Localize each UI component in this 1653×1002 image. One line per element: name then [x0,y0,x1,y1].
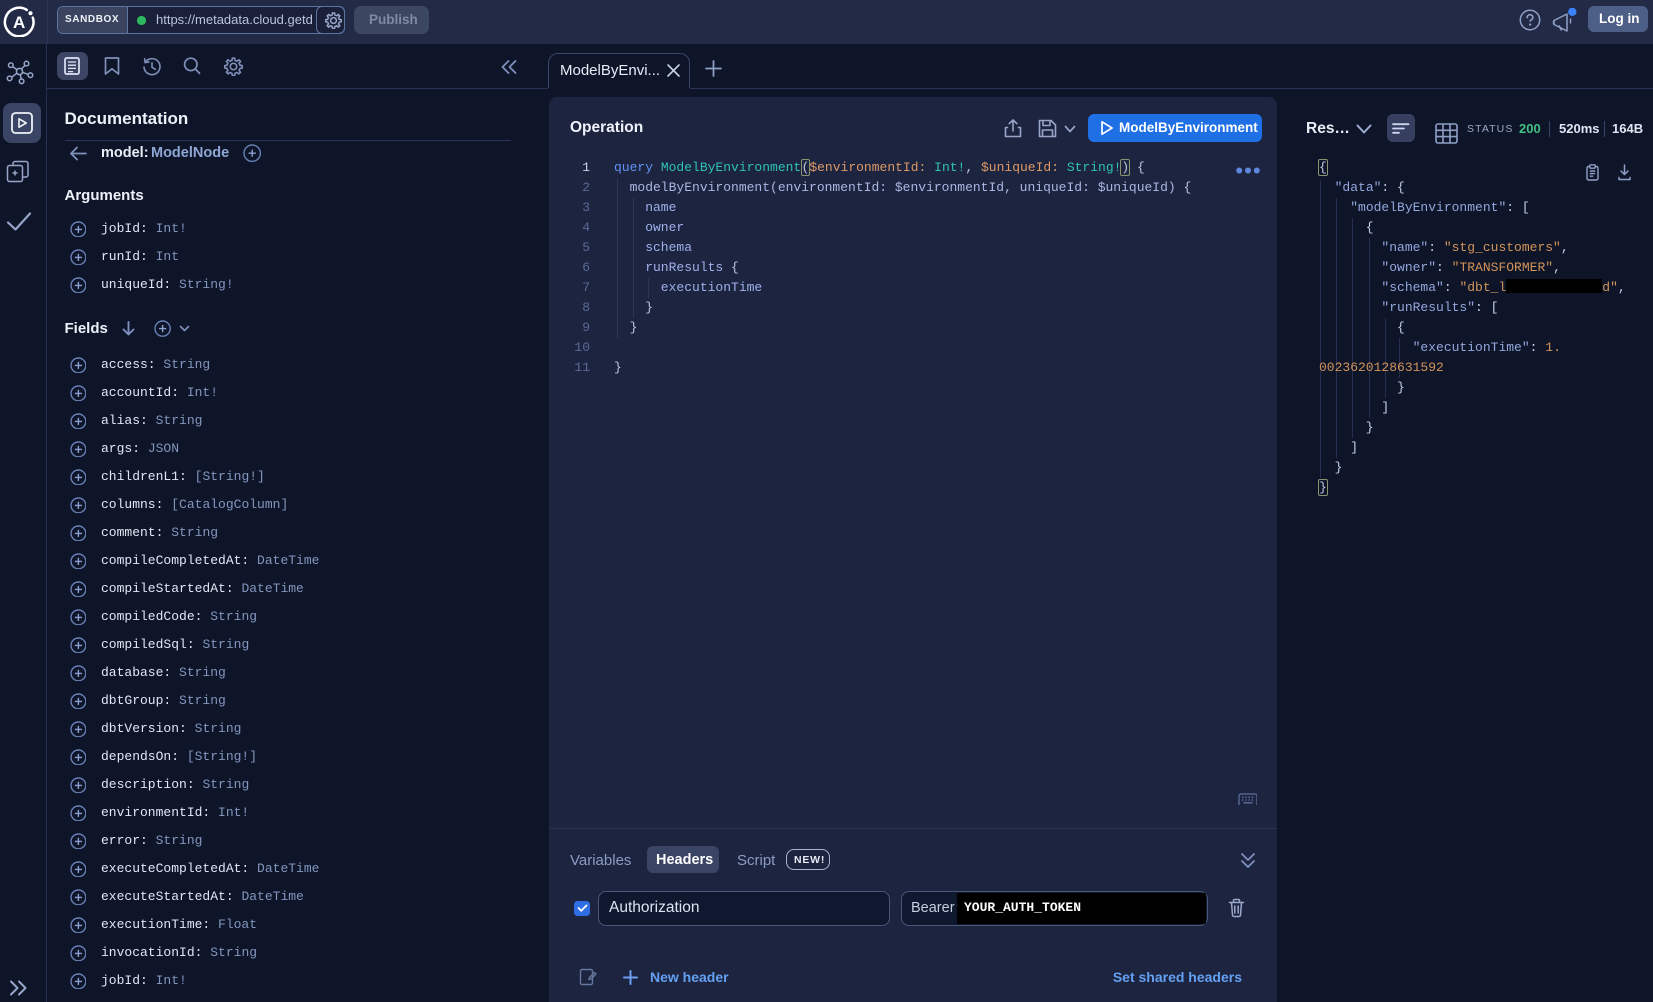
svg-text:A: A [13,13,25,32]
